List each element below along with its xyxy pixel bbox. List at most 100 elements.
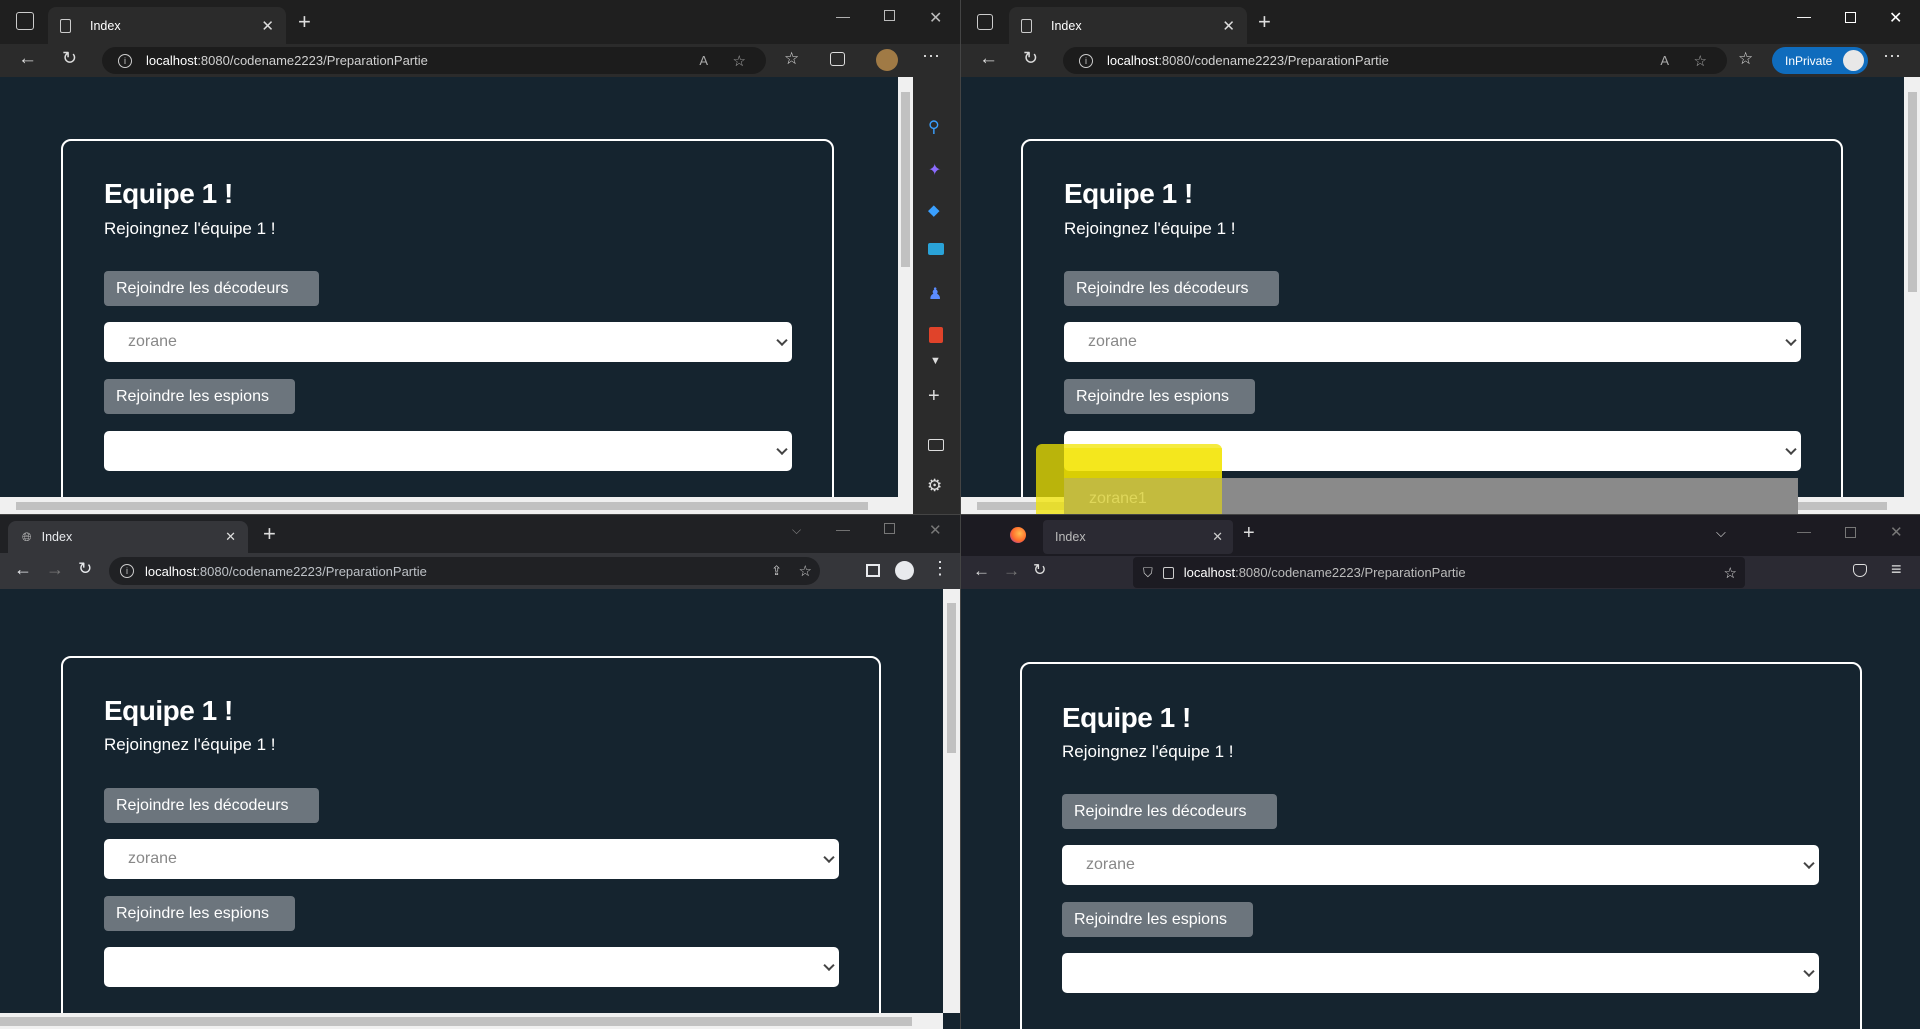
decoders-select[interactable]: zorane <box>1064 322 1801 362</box>
dropdown-option[interactable]: zorane1 <box>1065 479 1797 519</box>
refresh-icon[interactable]: ↻ <box>1023 48 1038 69</box>
list-tabs-icon[interactable]: ⌵ <box>1716 525 1726 541</box>
bookmark-icon[interactable]: ☆ <box>1724 564 1737 582</box>
more-icon[interactable]: ⋯ <box>922 46 940 67</box>
decoders-select[interactable]: zorane <box>104 839 839 879</box>
join-spies-button[interactable]: Rejoindre les espions <box>1062 902 1253 937</box>
close-tab-icon[interactable]: ✕ <box>1212 529 1223 545</box>
address-bar[interactable]: i localhost:8080/codename2223/Preparatio… <box>102 47 766 74</box>
maximize-icon[interactable] <box>1845 527 1856 538</box>
join-decoders-button[interactable]: Rejoindre les décodeurs <box>104 271 319 306</box>
chevron-down-icon <box>1803 857 1815 870</box>
spies-select[interactable] <box>1062 953 1819 993</box>
search-icon[interactable]: ⚲ <box>928 117 940 137</box>
maximize-icon[interactable] <box>884 523 895 534</box>
close-window-icon[interactable]: ✕ <box>1890 523 1903 541</box>
tab-bar: Index ✕ + — ✕ <box>0 0 960 44</box>
favorite-add-icon[interactable]: ☆ <box>733 52 746 70</box>
favorite-add-icon[interactable]: ☆ <box>1694 52 1707 70</box>
collections-icon[interactable] <box>830 52 845 66</box>
hide-sidebar-icon[interactable] <box>928 439 944 451</box>
back-icon[interactable]: ← <box>979 48 998 70</box>
spies-select[interactable] <box>104 431 792 471</box>
new-tab-icon[interactable]: + <box>263 521 276 547</box>
minimize-icon[interactable]: — <box>836 8 850 24</box>
back-icon[interactable]: ← <box>14 559 32 580</box>
join-spies-button[interactable]: Rejoindre les espions <box>1064 379 1255 414</box>
favorites-icon[interactable]: ☆ <box>1738 49 1753 69</box>
close-tab-icon[interactable]: ✕ <box>225 529 236 545</box>
refresh-icon[interactable]: ↻ <box>1033 560 1046 580</box>
pocket-icon[interactable] <box>1853 564 1867 577</box>
address-bar[interactable]: i localhost:8080/codename2223/Preparatio… <box>109 557 820 585</box>
join-decoders-button[interactable]: Rejoindre les décodeurs <box>1064 271 1279 306</box>
lock-icon[interactable] <box>1162 566 1174 579</box>
tab-search-icon[interactable]: ⌵ <box>792 523 801 538</box>
profile-icon[interactable] <box>895 561 914 580</box>
new-tab-icon[interactable]: + <box>1258 9 1271 35</box>
info-icon: i <box>1079 53 1093 68</box>
maximize-icon[interactable] <box>1845 12 1856 23</box>
join-decoders-button[interactable]: Rejoindre les décodeurs <box>104 788 319 823</box>
copilot-icon[interactable]: ✦ <box>928 160 941 180</box>
decoders-select[interactable]: zorane <box>1062 845 1819 885</box>
new-tab-icon[interactable]: + <box>1243 522 1255 545</box>
vertical-scrollbar[interactable] <box>1904 77 1920 497</box>
tools-icon[interactable] <box>928 243 944 255</box>
refresh-icon[interactable]: ↻ <box>62 48 77 69</box>
shield-icon[interactable]: ⛉ <box>1143 565 1153 581</box>
add-icon[interactable]: + <box>928 385 940 408</box>
vertical-scrollbar[interactable] <box>898 77 913 497</box>
horizontal-scrollbar[interactable] <box>0 497 913 514</box>
url-path: :8080/codename2223/PreparationPartie <box>196 563 427 579</box>
join-spies-button[interactable]: Rejoindre les espions <box>104 896 295 931</box>
close-tab-icon[interactable]: ✕ <box>1222 17 1235 35</box>
tab-index[interactable]: Index ✕ <box>48 7 286 44</box>
edge-window-top-left: Index ✕ + — ✕ ← ↻ i localhost:8080/coden… <box>0 0 960 514</box>
shopping-icon[interactable]: ◆ <box>928 201 940 219</box>
minimize-icon[interactable]: — <box>836 521 850 537</box>
back-icon[interactable]: ← <box>973 561 990 581</box>
read-aloud-icon[interactable]: A <box>699 53 708 68</box>
menu-icon[interactable]: ≡ <box>1891 559 1902 580</box>
join-decoders-button[interactable]: Rejoindre les décodeurs <box>1062 794 1277 829</box>
close-window-icon[interactable]: ✕ <box>929 521 942 539</box>
spies-select[interactable] <box>104 947 839 987</box>
close-window-icon[interactable]: ✕ <box>929 8 942 28</box>
office-icon[interactable] <box>929 327 943 343</box>
bookmark-icon[interactable]: ☆ <box>799 562 812 580</box>
read-aloud-icon[interactable]: A <box>1660 53 1669 68</box>
join-spies-button[interactable]: Rejoindre les espions <box>104 379 295 414</box>
maximize-icon[interactable] <box>884 10 895 21</box>
settings-icon[interactable]: ⚙ <box>927 476 942 496</box>
avatar[interactable] <box>876 49 898 71</box>
refresh-icon[interactable]: ↻ <box>78 559 92 579</box>
decoders-select[interactable]: zorane <box>104 322 792 362</box>
address-bar[interactable]: i localhost:8080/codename2223/Preparatio… <box>1063 47 1727 74</box>
minimize-icon[interactable]: — <box>1797 8 1811 24</box>
tab-index[interactable]: 🌐︎ Index ✕ <box>8 521 248 553</box>
forward-icon[interactable]: → <box>46 559 64 580</box>
new-tab-icon[interactable]: + <box>298 9 311 35</box>
horizontal-scrollbar[interactable] <box>0 1013 943 1029</box>
tab-index[interactable]: Index ✕ <box>1009 7 1247 44</box>
side-panel-icon[interactable] <box>866 564 880 577</box>
close-window-icon[interactable]: ✕ <box>1889 8 1902 28</box>
chevron-down-icon[interactable]: ▼ <box>930 355 941 367</box>
close-tab-icon[interactable]: ✕ <box>261 17 274 35</box>
more-icon[interactable]: ⋮ <box>931 558 949 579</box>
more-icon[interactable]: ⋯ <box>1883 46 1901 67</box>
back-icon[interactable]: ← <box>18 48 37 70</box>
tab-index[interactable]: Index ✕ <box>1043 520 1233 554</box>
share-icon[interactable]: ⇪ <box>771 563 782 579</box>
inprivate-badge[interactable]: InPrivate <box>1772 47 1868 74</box>
vertical-scrollbar[interactable] <box>943 589 960 1013</box>
forward-icon[interactable]: → <box>1003 561 1020 581</box>
address-bar[interactable]: ⛉ localhost:8080/codename2223/Preparatio… <box>1133 557 1745 588</box>
games-icon[interactable]: ♟ <box>928 284 942 304</box>
tab-actions-icon[interactable] <box>977 14 993 30</box>
minimize-icon[interactable]: — <box>1797 523 1811 539</box>
tab-actions-icon[interactable] <box>16 12 34 30</box>
url-path: :8080/codename2223/PreparationPartie <box>197 53 428 68</box>
favorites-icon[interactable]: ☆ <box>784 49 799 69</box>
